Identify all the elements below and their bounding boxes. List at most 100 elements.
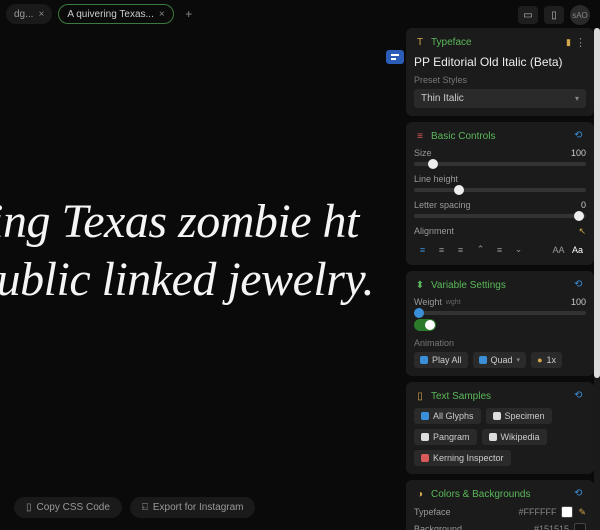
- variable-icon: ⬍: [414, 279, 426, 291]
- panel-title: Typeface: [431, 37, 561, 48]
- topbar-actions: ▭ ▯ sAO: [518, 5, 590, 25]
- panel-variable-settings: ⬍ Variable Settings ⟲ Weight wght 100 An…: [406, 271, 594, 376]
- tab-label: A quivering Texas...: [67, 9, 154, 20]
- align-bottom-button[interactable]: ⌄: [510, 242, 527, 257]
- typeface-color-label: Typeface: [414, 507, 451, 517]
- bookmark-icon[interactable]: ▮: [566, 37, 571, 48]
- preset-select[interactable]: Thin Italic ▾: [414, 89, 586, 108]
- easing-select[interactable]: Quad ▾: [473, 352, 527, 368]
- panel-title: Basic Controls: [431, 131, 569, 142]
- tab-inactive[interactable]: dg... ×: [6, 4, 52, 24]
- scrollbar[interactable]: [594, 28, 600, 530]
- workspace: ering Texas zombie ht republic linked je…: [0, 28, 600, 530]
- page-icon[interactable]: ▯: [544, 6, 564, 24]
- speed-button[interactable]: ● 1x: [531, 352, 562, 368]
- weight-value: 100: [571, 297, 586, 307]
- animate-toggle[interactable]: [414, 319, 436, 331]
- weight-slider[interactable]: [414, 311, 586, 315]
- size-label: Size: [414, 148, 432, 158]
- sync-icon[interactable]: ⟲: [574, 390, 586, 402]
- all-glyphs-button[interactable]: All Glyphs: [414, 408, 481, 424]
- panel-title: Variable Settings: [431, 280, 569, 291]
- export-actions: ▯ Copy CSS Code ⍇ Export for Instagram: [14, 497, 255, 518]
- page-icon: [489, 433, 497, 441]
- more-icon[interactable]: ⋮: [575, 36, 586, 49]
- export-label: Export for Instagram: [153, 502, 244, 513]
- tab-active[interactable]: A quivering Texas... ×: [58, 4, 173, 24]
- pangram-button[interactable]: Pangram: [414, 429, 477, 445]
- kerning-icon: [421, 454, 429, 462]
- specimen-button[interactable]: Specimen: [486, 408, 552, 424]
- line-height-label: Line height: [414, 174, 458, 184]
- weight-label: Weight wght: [414, 297, 461, 307]
- chevron-down-icon: ▾: [517, 356, 521, 364]
- preset-styles-label: Preset Styles: [414, 75, 586, 85]
- kerning-inspector-button[interactable]: Kerning Inspector: [414, 450, 511, 466]
- side-panel: T Typeface ▮ ⋮ PP Editorial Old Italic (…: [406, 28, 594, 530]
- typeface-icon: T: [414, 37, 426, 49]
- export-instagram-button[interactable]: ⍇ Export for Instagram: [130, 497, 256, 518]
- align-middle-button[interactable]: ≡: [491, 242, 508, 257]
- lock-icon[interactable]: ✎: [578, 507, 586, 518]
- panel-typeface: T Typeface ▮ ⋮ PP Editorial Old Italic (…: [406, 28, 594, 116]
- sliders-icon: ≡: [414, 130, 426, 142]
- background-color-label: Background: [414, 524, 462, 530]
- preview-text: ering Texas zombie ht republic linked je…: [0, 193, 400, 308]
- sync-icon[interactable]: ⟲: [574, 279, 586, 291]
- new-tab-button[interactable]: +: [180, 5, 198, 23]
- copy-css-label: Copy CSS Code: [37, 502, 110, 513]
- font-name: PP Editorial Old Italic (Beta): [414, 55, 586, 69]
- panel-basic-controls: ≡ Basic Controls ⟲ Size 100 Line height: [406, 122, 594, 265]
- page-icon: [421, 433, 429, 441]
- sync-icon[interactable]: ⟲: [574, 130, 586, 142]
- scrollbar-thumb[interactable]: [594, 28, 600, 378]
- typeface-swatch[interactable]: [561, 506, 573, 518]
- panel-title: Text Samples: [431, 391, 569, 402]
- preset-value: Thin Italic: [421, 93, 464, 104]
- alignment-label: Alignment: [414, 226, 454, 237]
- align-top-button[interactable]: ⌃: [472, 242, 489, 257]
- letter-spacing-slider[interactable]: [414, 214, 586, 218]
- copy-icon: ▯: [26, 502, 32, 513]
- background-swatch[interactable]: [574, 523, 586, 530]
- avatar[interactable]: sAO: [570, 5, 590, 25]
- panel-colors: ◑ Colors & Backgrounds ⟲ Typeface #FFFFF…: [406, 480, 594, 530]
- case-upper-button[interactable]: AA: [550, 242, 567, 257]
- align-center-button[interactable]: ≡: [433, 242, 450, 257]
- typeface-hex: #FFFFFF: [518, 507, 556, 517]
- size-slider[interactable]: [414, 162, 586, 166]
- samples-icon: ▯: [414, 390, 426, 402]
- chevron-down-icon: ▾: [575, 94, 579, 103]
- align-left-button[interactable]: ≡: [414, 242, 431, 257]
- export-icon: ⍇: [142, 502, 148, 513]
- alignment-controls: ≡ ≡ ≡ ⌃ ≡ ⌄ AA Aa: [414, 242, 586, 257]
- copy-css-button[interactable]: ▯ Copy CSS Code: [14, 497, 122, 518]
- play-icon: [420, 356, 428, 364]
- speed-icon: ●: [537, 355, 542, 365]
- sync-icon[interactable]: ⟲: [574, 488, 586, 500]
- curve-icon: [479, 356, 487, 364]
- wikipedia-button[interactable]: Wikipedia: [482, 429, 547, 445]
- letter-spacing-value: 0: [581, 200, 586, 210]
- page-icon: [493, 412, 501, 420]
- tab-label: dg...: [14, 9, 33, 20]
- panel-title: Colors & Backgrounds: [431, 489, 569, 500]
- align-right-button[interactable]: ≡: [452, 242, 469, 257]
- style-tag-icon[interactable]: [386, 50, 404, 64]
- palette-icon: ◑: [414, 488, 426, 500]
- line-height-slider[interactable]: [414, 188, 586, 192]
- case-title-button[interactable]: Aa: [569, 242, 586, 257]
- panel-text-samples: ▯ Text Samples ⟲ All Glyphs Specimen Pan…: [406, 382, 594, 474]
- close-icon[interactable]: ×: [38, 9, 44, 20]
- play-all-button[interactable]: Play All: [414, 352, 468, 368]
- window-icon[interactable]: ▭: [518, 6, 538, 24]
- size-value: 100: [571, 148, 586, 158]
- close-icon[interactable]: ×: [159, 9, 165, 20]
- cursor-icon: ↖: [578, 226, 586, 237]
- grid-icon: [421, 412, 429, 420]
- tab-bar: dg... × A quivering Texas... × + ▭ ▯ sAO: [0, 0, 600, 28]
- canvas: ering Texas zombie ht republic linked je…: [0, 28, 406, 530]
- background-hex: #151515: [534, 524, 569, 530]
- animation-label: Animation: [414, 338, 586, 348]
- letter-spacing-label: Letter spacing: [414, 200, 471, 210]
